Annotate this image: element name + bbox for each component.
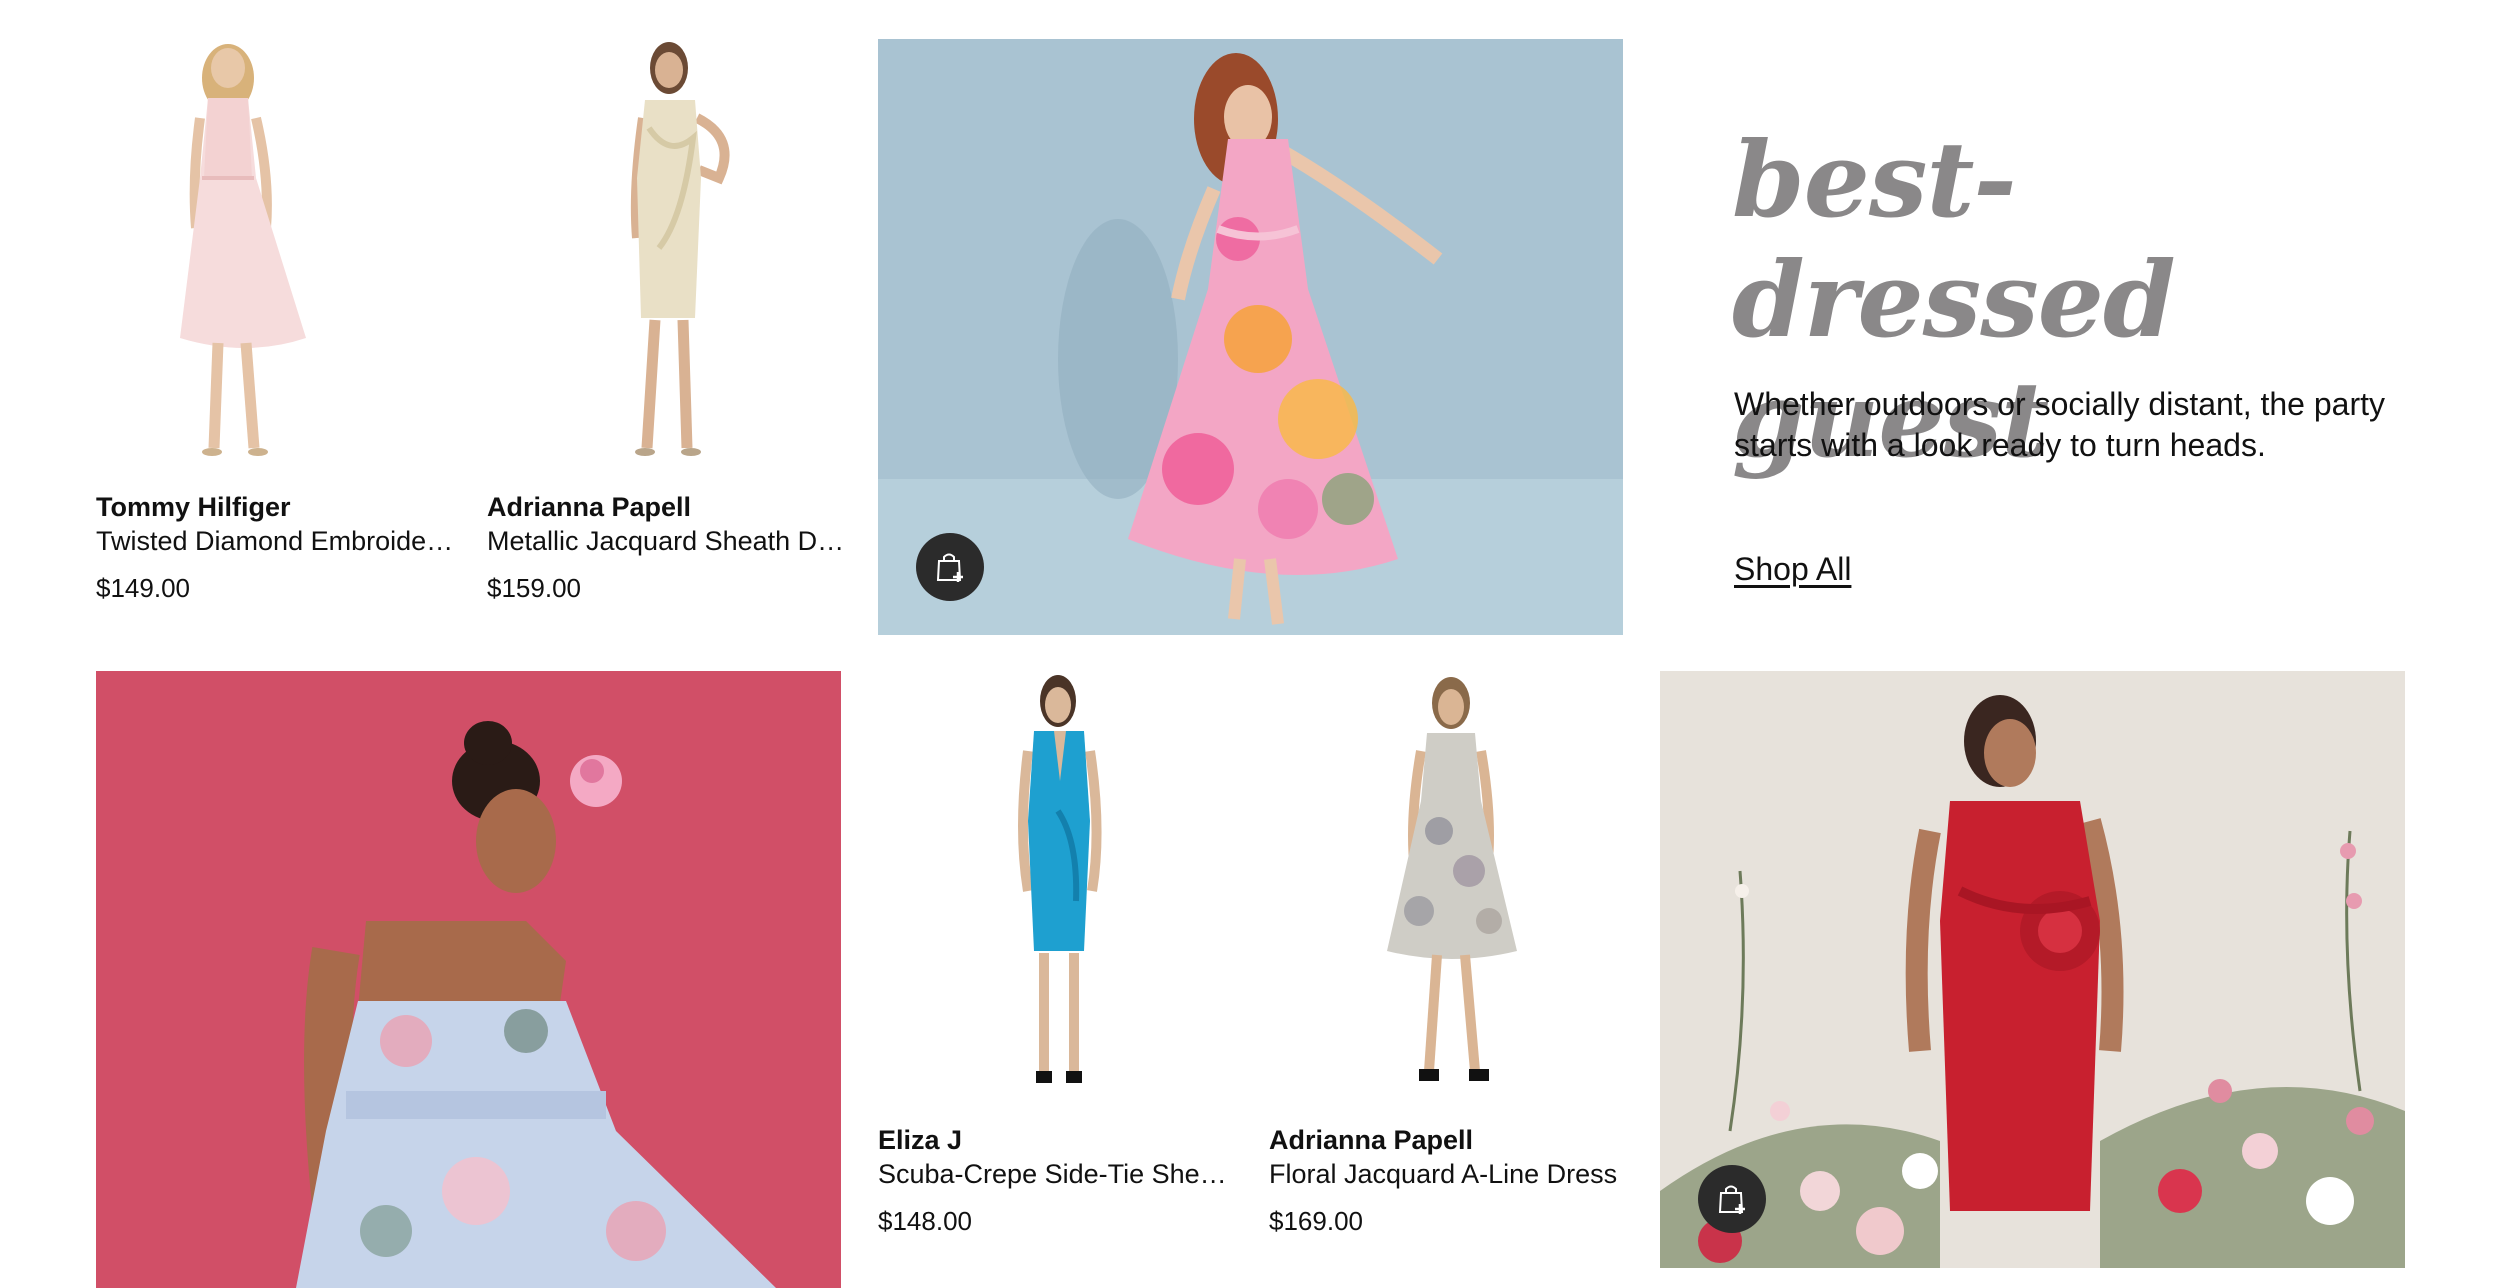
product-name[interactable]: Twisted Diamond Embroidered Dress (96, 526, 456, 557)
hero-image-floral-maxi[interactable] (878, 39, 1623, 635)
product-image[interactable] (878, 671, 1238, 1101)
product-price: $149.00 (96, 573, 190, 603)
hero-image-red-dress[interactable] (1660, 671, 2405, 1268)
quick-add-button[interactable] (916, 533, 984, 601)
shop-all-link[interactable]: Shop All (1734, 551, 1851, 588)
hero-image-floral-slip[interactable] (96, 671, 841, 1288)
hero-photo (878, 39, 1623, 635)
product-card[interactable]: Adrianna Papell Floral Jacquard A-Line D… (1269, 671, 1629, 1251)
product-name[interactable]: Metallic Jacquard Sheath Dress (487, 526, 847, 557)
product-card[interactable]: Tommy Hilfiger Twisted Diamond Embroider… (96, 38, 456, 618)
product-name[interactable]: Floral Jacquard A-Line Dress (1269, 1159, 1629, 1190)
product-brand[interactable]: Adrianna Papell (487, 492, 691, 523)
product-card[interactable]: Adrianna Papell Metallic Jacquard Sheath… (487, 38, 847, 618)
product-name[interactable]: Scuba-Crepe Side-Tie Sheath Dress (878, 1159, 1238, 1190)
shopping-bag-plus-icon (1718, 1185, 1745, 1214)
promo-description: Whether outdoors or socially distant, th… (1734, 386, 2385, 463)
product-card[interactable]: Eliza J Scuba-Crepe Side-Tie Sheath Dres… (878, 671, 1238, 1251)
hero-photo (1660, 671, 2405, 1268)
product-brand[interactable]: Eliza J (878, 1125, 962, 1156)
product-image[interactable] (96, 38, 456, 468)
product-price: $169.00 (1269, 1206, 1363, 1236)
shopping-bag-plus-icon (936, 553, 963, 582)
hero-photo (96, 671, 841, 1288)
promo-headline-line-1: best-dressed (1732, 118, 2176, 361)
quick-add-button[interactable] (1698, 1165, 1766, 1233)
product-brand[interactable]: Adrianna Papell (1269, 1125, 1473, 1156)
product-image[interactable] (487, 38, 847, 468)
product-image[interactable] (1269, 671, 1629, 1101)
product-brand[interactable]: Tommy Hilfiger (96, 492, 291, 523)
product-price: $159.00 (487, 573, 581, 603)
product-price: $148.00 (878, 1206, 972, 1236)
